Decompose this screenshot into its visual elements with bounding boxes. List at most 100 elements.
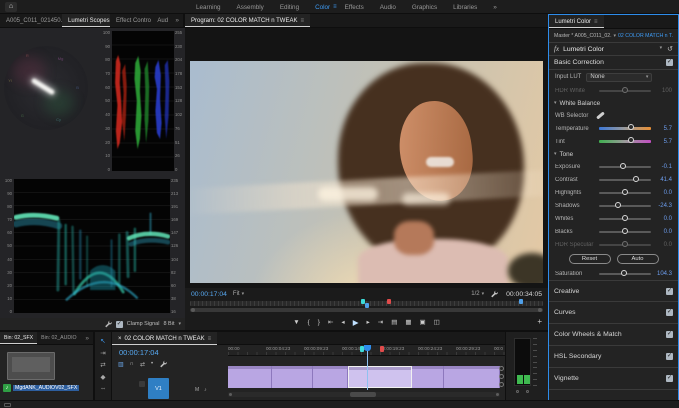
saturation-slider[interactable] <box>599 273 651 275</box>
creative-checkbox[interactable]: ✓ <box>666 288 673 295</box>
curves-checkbox[interactable]: ✓ <box>666 309 673 316</box>
reset-button[interactable]: Reset <box>569 254 611 264</box>
comparison-view-button[interactable]: ◫ <box>434 318 440 326</box>
track-select-tool[interactable]: ⇥ <box>100 349 105 357</box>
tab-bin-sfx[interactable]: Bin: 02_SFX <box>0 332 37 344</box>
tab-audio[interactable]: Aud <box>151 14 171 27</box>
bit-depth-select[interactable]: 8 Bit <box>163 321 174 327</box>
timeline-scrollbar[interactable] <box>228 392 500 397</box>
whites-value[interactable]: 0.0 <box>664 216 672 222</box>
blacks-value[interactable]: 0.0 <box>664 229 672 235</box>
insert-as-icon[interactable]: ▥ <box>118 361 124 368</box>
workspace-tab-effects[interactable]: Effects <box>337 4 372 11</box>
razor-tool[interactable]: ◆ <box>101 373 106 381</box>
track-lock-icon[interactable] <box>139 381 145 387</box>
hsl-secondary-checkbox[interactable]: ✓ <box>666 353 673 360</box>
workspace-overflow-icon[interactable]: » <box>493 4 497 11</box>
shadows-value[interactable]: -24.3 <box>658 203 672 209</box>
timeline-clip[interactable] <box>444 366 500 388</box>
tint-value[interactable]: 5.7 <box>664 139 672 145</box>
tab-lumetri-scopes[interactable]: Lumetri Scopes ≡ <box>62 14 110 27</box>
lift-button[interactable]: ▤ <box>391 318 397 326</box>
timeline-clip[interactable] <box>272 366 313 388</box>
program-viewer[interactable] <box>185 28 548 288</box>
panel-overflow-icon[interactable]: » <box>171 17 183 24</box>
slip-tool[interactable]: ⇔ <box>100 385 107 392</box>
tone-header[interactable]: ▾ Tone <box>549 148 678 160</box>
saturation-value[interactable]: 104.3 <box>657 271 672 277</box>
playback-resolution-select[interactable]: 1/2 ▾ <box>471 291 484 297</box>
panel-menu-icon[interactable]: ≡ <box>300 18 304 24</box>
timeline-clip[interactable] <box>412 366 444 388</box>
vignette-checkbox[interactable]: ✓ <box>666 375 673 382</box>
timeline-timecode[interactable]: 00:00:17:04 <box>119 348 159 357</box>
section-color-wheels[interactable]: Color Wheels & Match ✓ <box>549 324 678 346</box>
timeline-clip-selected[interactable] <box>348 366 412 388</box>
timeline-playhead[interactable] <box>364 345 371 351</box>
audio-track-icon[interactable]: ♪ <box>204 387 207 393</box>
sequence-marker-red[interactable] <box>380 346 384 352</box>
shadows-slider[interactable] <box>599 205 651 207</box>
mark-out-button[interactable]: } <box>318 319 320 326</box>
color-wheels-checkbox[interactable]: ✓ <box>666 331 673 338</box>
step-forward-button[interactable]: ▸ <box>366 318 369 326</box>
ripple-edit-tool[interactable]: ⇄ <box>100 361 105 369</box>
workspace-tab-learning[interactable]: Learning <box>188 4 229 11</box>
whites-slider[interactable] <box>599 218 651 220</box>
step-back-button[interactable]: ◂ <box>341 318 344 326</box>
video-track-patch-v1[interactable]: V1 <box>148 378 169 399</box>
section-basic-correction[interactable]: Basic Correction ✓ <box>549 56 678 70</box>
tab-lumetri-color[interactable]: Lumetri Color ≡ <box>549 15 604 28</box>
contrast-slider[interactable] <box>599 179 651 181</box>
white-balance-header[interactable]: ▾ White Balance <box>549 97 678 109</box>
add-marker-dot-icon[interactable]: • <box>151 361 153 367</box>
tab-sequence[interactable]: × 02 COLOR MATCH n TWEAK ≡ <box>112 332 217 345</box>
timeline-settings-wrench-icon[interactable] <box>159 360 167 368</box>
section-creative[interactable]: Creative ✓ <box>549 280 678 302</box>
chevron-down-icon[interactable]: ▾ <box>660 45 663 53</box>
marker-blue[interactable] <box>519 299 523 304</box>
scopes-settings-wrench-icon[interactable] <box>104 320 112 328</box>
close-icon[interactable]: × <box>118 336 122 342</box>
tab-effect-controls[interactable]: Effect Controls <box>110 14 151 27</box>
eyedropper-icon[interactable] <box>596 111 605 119</box>
exposure-slider[interactable] <box>599 166 651 168</box>
section-vignette[interactable]: Vignette ✓ <box>549 368 678 390</box>
temperature-value[interactable]: 5.7 <box>664 126 672 132</box>
temperature-slider[interactable] <box>599 127 651 130</box>
home-icon[interactable]: ⌂ <box>5 2 17 12</box>
timeline-clip[interactable] <box>228 366 272 388</box>
linked-selection-icon[interactable]: ⇄ <box>140 361 145 368</box>
section-hsl-secondary[interactable]: HSL Secondary ✓ <box>549 346 678 368</box>
timeline-clip[interactable] <box>313 366 348 388</box>
marker-red[interactable] <box>387 299 391 304</box>
panel-menu-icon[interactable]: ≡ <box>594 19 598 25</box>
workspace-tab-assembly[interactable]: Assembly <box>229 4 272 11</box>
track-toggle[interactable] <box>499 366 504 371</box>
panel-menu-icon[interactable]: ≡ <box>208 336 212 342</box>
workspace-tab-libraries[interactable]: Libraries <box>445 4 485 11</box>
tint-slider[interactable] <box>599 140 651 143</box>
track-toggle[interactable] <box>499 374 504 379</box>
mark-in-button[interactable]: { <box>308 319 310 326</box>
workspace-tab-graphics[interactable]: Graphics <box>404 4 445 11</box>
blacks-slider[interactable] <box>599 231 651 233</box>
workspace-tab-editing[interactable]: Editing <box>272 4 307 11</box>
bin-item-thumbnail[interactable] <box>7 352 55 380</box>
bin-selected-item[interactable]: ♪ MgdANK_AUDIOV02_SFX <box>3 384 79 392</box>
tab-program[interactable]: Program: 02 COLOR MATCH n TWEAK ≡ <box>185 14 310 27</box>
play-button[interactable]: ▶ <box>353 318 359 327</box>
workspace-resize-icon[interactable] <box>4 403 11 407</box>
tab-source-clip[interactable]: A005_C011_021450.mov <box>0 14 62 27</box>
meter-toggle[interactable] <box>526 390 529 393</box>
tab-bin-audio[interactable]: Bin: 02_AUDIO <box>37 332 80 344</box>
extract-button[interactable]: ▦ <box>405 318 411 326</box>
exposure-value[interactable]: -0.1 <box>662 164 672 170</box>
selection-tool[interactable]: ↖ <box>100 337 105 345</box>
export-frame-button[interactable]: ▣ <box>420 318 426 326</box>
program-scrollbar[interactable] <box>190 308 543 312</box>
program-timecode[interactable]: 00:00:17:04 <box>191 291 227 298</box>
contrast-value[interactable]: 41.4 <box>660 177 672 183</box>
zoom-level-select[interactable]: Fit ▾ <box>233 291 244 297</box>
section-curves[interactable]: Curves ✓ <box>549 302 678 324</box>
